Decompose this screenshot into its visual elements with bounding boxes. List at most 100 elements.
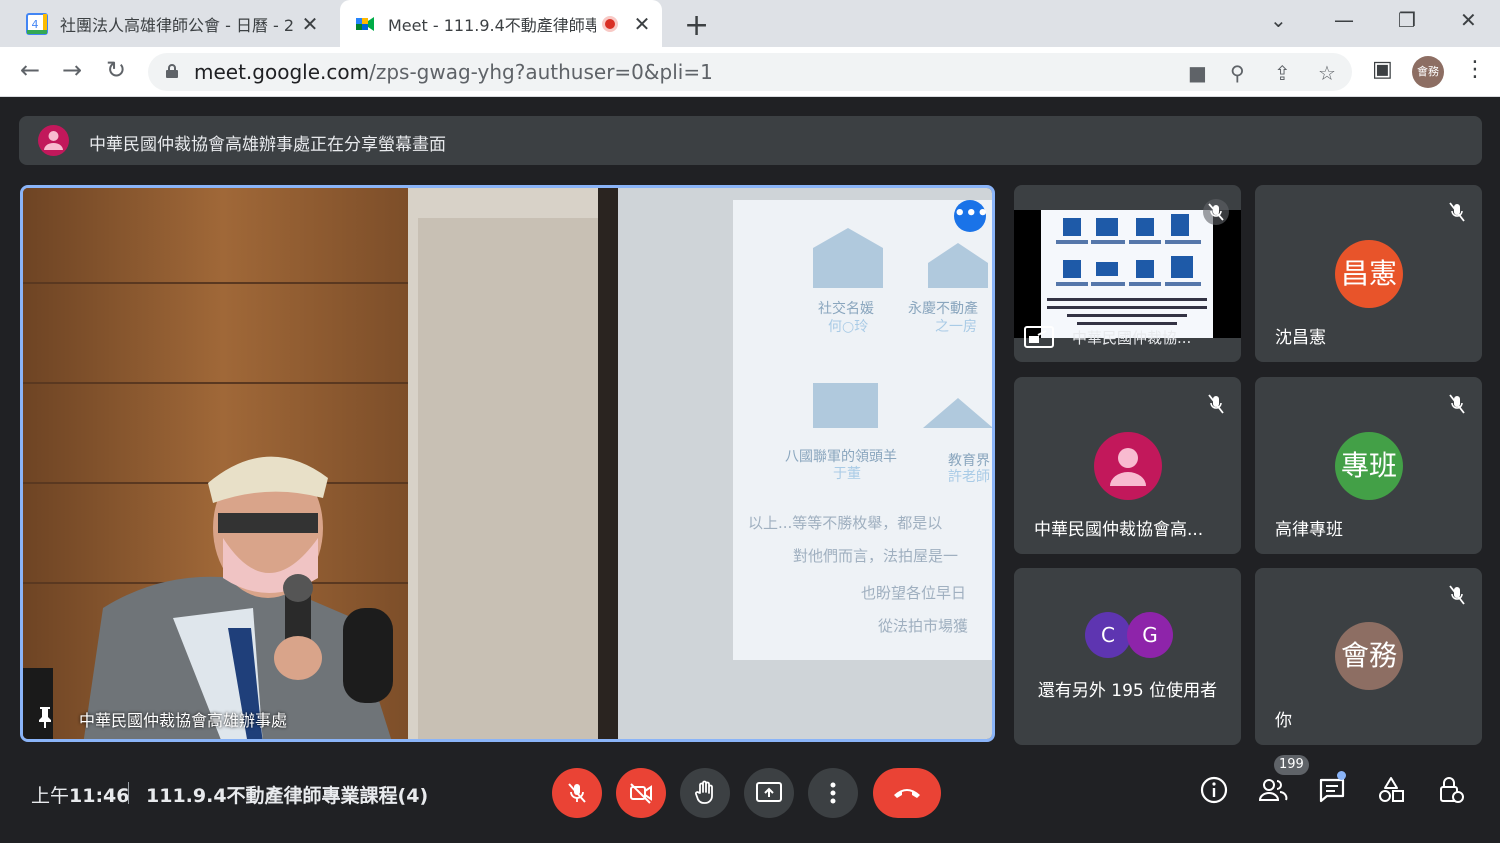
presentation-banner: 中華民國仲裁協會高雄辦事處正在分享螢幕畫面 — [19, 116, 1482, 165]
zoom-icon[interactable]: ⚲ — [1230, 61, 1245, 85]
more-vert-icon — [830, 782, 836, 804]
more-options-button[interactable]: ••• — [954, 200, 989, 232]
google-meet-icon — [356, 16, 374, 31]
profile-avatar[interactable]: 會務 — [1412, 56, 1444, 88]
close-tab-icon[interactable]: ✕ — [300, 12, 320, 36]
address-bar[interactable]: meet.google.com/zps-gwag-yhg?authuser=0&… — [148, 53, 1352, 91]
google-calendar-icon: 4 — [26, 12, 48, 35]
participant-tile[interactable]: 專班 高律專班 — [1255, 377, 1482, 554]
mic-off-icon — [1203, 199, 1229, 225]
participant-name: 你 — [1275, 711, 1292, 731]
recording-indicator-icon — [602, 15, 618, 32]
present-icon — [756, 782, 782, 802]
svg-text:教育界: 教育界 — [948, 453, 990, 469]
lock-icon — [166, 64, 178, 78]
svg-text:許老師: 許老師 — [948, 469, 990, 485]
people-button[interactable] — [1258, 775, 1288, 805]
bookmark-star-icon[interactable]: ☆ — [1318, 61, 1336, 85]
avatar: 會務 — [1335, 622, 1403, 690]
main-video-tile[interactable]: 社交名媛 何○玲 永慶不動產 之一房 八國聯軍的領頭羊 于董 教育界 許老師 以… — [20, 185, 995, 742]
participant-name: 沈昌憲 — [1275, 328, 1326, 348]
mic-off-icon — [568, 783, 586, 803]
participant-name: 高律專班 — [1275, 520, 1343, 540]
chrome-menu-icon[interactable]: ⋮ — [1464, 57, 1486, 82]
new-tab-button[interactable]: + — [684, 8, 709, 43]
participant-tile[interactable]: 昌憲 沈昌憲 — [1255, 185, 1482, 362]
hang-up-icon — [894, 789, 920, 798]
svg-text:社交名媛: 社交名媛 — [818, 300, 874, 317]
presentation-thumbnail — [1014, 210, 1241, 338]
back-button[interactable]: ← — [20, 56, 40, 84]
tab-title: Meet - 111.9.4不動產律師專 — [388, 15, 596, 35]
avatar: 昌憲 — [1335, 240, 1403, 308]
tab-search-icon[interactable]: ⌄ — [1270, 8, 1287, 32]
avatar — [1094, 432, 1162, 500]
presentation-tile[interactable]: 中華民國仲裁協... — [1014, 185, 1241, 362]
avatar — [38, 125, 69, 156]
activities-button[interactable] — [1376, 775, 1406, 805]
url-text: meet.google.com/zps-gwag-yhg?authuser=0&… — [194, 60, 713, 84]
tab-calendar[interactable]: 4 社團法人高雄律師公會 - 日曆 - 2 ✕ — [12, 0, 330, 47]
meeting-time: 上午11:46 — [31, 785, 130, 807]
share-icon[interactable]: ⇪ — [1274, 61, 1291, 85]
svg-text:以上...等等不勝枚舉，都是以: 以上...等等不勝枚舉，都是以 — [748, 514, 942, 532]
speaker-video: 社交名媛 何○玲 永慶不動產 之一房 八國聯軍的領頭羊 于董 教育界 許老師 以… — [23, 188, 992, 739]
people-icon — [1258, 779, 1288, 801]
meet-stage: 中華民國仲裁協會高雄辦事處正在分享螢幕畫面 社交名媛 何○玲 永慶不動產 之一房… — [0, 97, 1500, 843]
side-panel-icon[interactable]: ▣ — [1372, 57, 1393, 82]
chat-icon — [1319, 778, 1345, 803]
leave-call-button[interactable] — [873, 768, 941, 818]
meeting-details-button[interactable] — [1199, 775, 1229, 805]
mic-off-icon — [1449, 394, 1465, 414]
shapes-icon — [1379, 777, 1404, 802]
svg-text:何○玲: 何○玲 — [828, 319, 868, 335]
self-tile[interactable]: 會務 你 — [1255, 568, 1482, 745]
svg-text:于董: 于董 — [833, 466, 861, 482]
camera-in-use-icon[interactable]: ■ — [1188, 61, 1207, 85]
participant-name: 中華民國仲裁協... — [1072, 329, 1192, 347]
avatar: G — [1127, 612, 1173, 658]
slide-thumbnail — [1041, 210, 1213, 338]
svg-text:對他們而言，法拍屋是一: 對他們而言，法拍屋是一 — [793, 547, 958, 565]
reload-button[interactable]: ↻ — [106, 56, 126, 84]
camera-toggle-button[interactable] — [616, 768, 666, 818]
microphone-toggle-button[interactable] — [552, 768, 602, 818]
minimize-button[interactable]: — — [1334, 8, 1354, 32]
divider — [128, 782, 129, 804]
svg-text:八國聯軍的領頭羊: 八國聯軍的領頭羊 — [785, 448, 897, 465]
camera-off-icon — [630, 783, 652, 804]
browser-toolbar: ← → ↻ meet.google.com/zps-gwag-yhg?authu… — [0, 47, 1500, 97]
avatar: C — [1085, 612, 1131, 658]
svg-text:4: 4 — [32, 18, 39, 31]
avatar: 專班 — [1335, 432, 1403, 500]
participant-name: 中華民國仲裁協會高雄辦事處 — [79, 711, 288, 730]
meeting-title: 111.9.4不動產律師專業課程(4) — [146, 785, 429, 807]
host-controls-button[interactable] — [1436, 775, 1466, 805]
other-participants-tile[interactable]: C G 還有另外 195 位使用者 — [1014, 568, 1241, 745]
info-icon — [1200, 776, 1228, 804]
close-window-button[interactable]: ✕ — [1460, 8, 1477, 32]
tab-title: 社團法人高雄律師公會 - 日曆 - 2 — [60, 15, 295, 35]
pin-icon[interactable] — [35, 705, 55, 729]
participant-name: 中華民國仲裁協會高... — [1034, 520, 1204, 540]
present-screen-button[interactable] — [744, 768, 794, 818]
participant-tile[interactable]: 中華民國仲裁協會高... — [1014, 377, 1241, 554]
banner-text: 中華民國仲裁協會高雄辦事處正在分享螢幕畫面 — [89, 135, 446, 155]
raise-hand-button[interactable] — [680, 768, 730, 818]
close-tab-icon[interactable]: ✕ — [632, 12, 652, 36]
meeting-controls-bar: 上午11:46 111.9.4不動產律師專業課程(4) 199 — [0, 755, 1500, 843]
svg-text:之一房: 之一房 — [935, 319, 977, 335]
svg-text:也盼望各位早日: 也盼望各位早日 — [861, 584, 966, 602]
others-count-label: 還有另外 195 位使用者 — [1037, 681, 1218, 701]
mic-off-icon — [1449, 585, 1465, 605]
svg-text:從法拍市場獲: 從法拍市場獲 — [878, 617, 968, 635]
restore-button[interactable]: ❐ — [1398, 8, 1416, 32]
lock-person-icon — [1440, 777, 1464, 803]
svg-text:永慶不動產: 永慶不動產 — [908, 300, 978, 317]
tab-meet[interactable]: Meet - 111.9.4不動產律師專 ✕ — [340, 0, 662, 47]
more-options-button[interactable] — [808, 768, 858, 818]
presentation-icon — [1024, 326, 1054, 348]
mic-off-icon — [1208, 394, 1224, 414]
forward-button[interactable]: → — [62, 56, 82, 84]
people-count-badge: 199 — [1274, 755, 1309, 775]
